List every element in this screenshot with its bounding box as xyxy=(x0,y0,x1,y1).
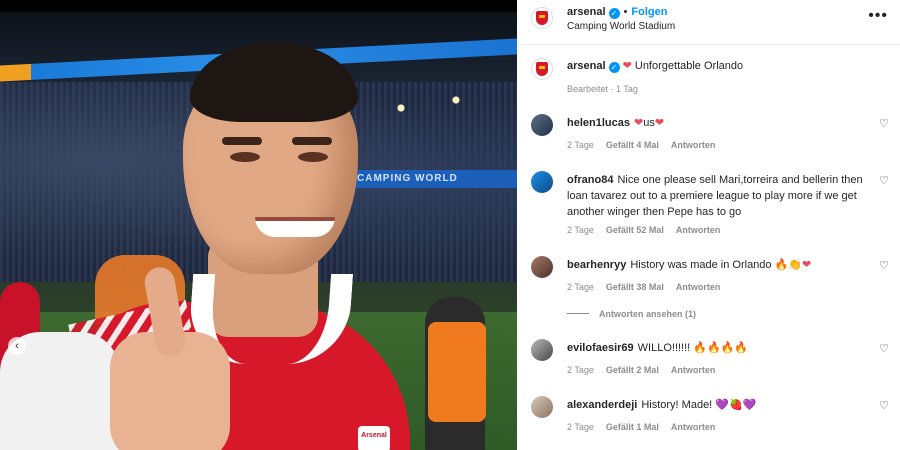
red-heart-icon: ❤ xyxy=(802,259,812,271)
view-replies-button[interactable]: Antworten ansehen (1) xyxy=(567,309,696,319)
red-heart-icon: ❤ xyxy=(654,117,665,129)
instagram-post-view: CAMPING WORLD Arsenal ‹ arsenal ✓ • Folgen … xyxy=(0,0,900,450)
red-heart-icon: ❤ xyxy=(633,117,644,129)
player-brow-right xyxy=(292,137,332,145)
carousel-prev-icon[interactable]: ‹ xyxy=(8,337,26,355)
comment-meta: 2 Tage Gefällt 38 Mal Antworten xyxy=(567,282,732,292)
comment-body: evilofaesir69 WILLO!!!!!! 🔥🔥🔥🔥 xyxy=(567,340,867,356)
header-username[interactable]: arsenal xyxy=(567,6,606,18)
header-user-line: arsenal ✓ • Folgen xyxy=(567,6,667,19)
post-side-panel: arsenal ✓ • Folgen Camping World Stadium ••… xyxy=(517,0,900,450)
clap-emoji-icon: 👏 xyxy=(788,259,803,271)
heart-outline-icon[interactable]: ♡ xyxy=(878,343,890,355)
post-photo[interactable]: CAMPING WORLD Arsenal ‹ xyxy=(0,12,517,450)
view-replies-label: Antworten ansehen (1) xyxy=(599,309,697,319)
fire-emoji-icon: 🔥 xyxy=(734,342,749,354)
location-link[interactable]: Camping World Stadium xyxy=(567,21,675,32)
reply-button[interactable]: Antworten xyxy=(671,140,716,150)
caption-meta: Bearbeitet · 1 Tag xyxy=(567,84,638,94)
fire-emoji-icon: 🔥 xyxy=(693,342,707,354)
comment-time[interactable]: 2 Tage xyxy=(567,225,594,235)
fire-emoji-icon: 🔥 xyxy=(707,342,721,354)
caption-text: arsenal ✓ ❤ Unforgettable Orlando xyxy=(567,59,743,73)
reply-button[interactable]: Antworten xyxy=(671,365,716,375)
commenter-avatar[interactable] xyxy=(531,171,553,193)
comment-meta: 2 Tage Gefällt 1 Mal Antworten xyxy=(567,422,727,432)
arsenal-crest: Arsenal xyxy=(358,426,390,450)
comment-meta: 2 Tage Gefällt 2 Mal Antworten xyxy=(567,365,727,375)
arsenal-avatar[interactable] xyxy=(531,7,553,29)
caption-avatar[interactable] xyxy=(531,58,553,80)
follow-button[interactable]: Folgen xyxy=(631,6,667,18)
separator-dot: • xyxy=(623,6,628,18)
fire-emoji-icon: 🔥 xyxy=(720,342,735,354)
purple-heart-icon: 💜 xyxy=(715,399,730,411)
comment-text: us xyxy=(643,117,655,129)
comment-likes[interactable]: Gefällt 2 Mal xyxy=(606,365,659,375)
comment-username[interactable]: bearhenryy xyxy=(567,259,626,271)
comment-time[interactable]: 2 Tage xyxy=(567,282,594,292)
arsenal-logo-icon xyxy=(536,11,548,25)
comment-meta: 2 Tage Gefällt 52 Mal Antworten xyxy=(567,225,732,235)
comment-meta: 2 Tage Gefällt 4 Mal Antworten xyxy=(567,140,727,150)
post-header: arsenal ✓ • Folgen Camping World Stadium ••… xyxy=(517,0,900,45)
strawberry-emoji-icon: 🍓 xyxy=(729,399,743,411)
comment-text: History! Made! xyxy=(641,399,713,411)
player-eye-right xyxy=(298,152,328,162)
heart-outline-icon[interactable]: ♡ xyxy=(878,175,890,187)
comment-body: ofrano84 Nice one please sell Mari,torrei… xyxy=(567,172,867,220)
red-heart-icon: ❤ xyxy=(622,60,632,72)
heart-outline-icon[interactable]: ♡ xyxy=(878,260,890,272)
comment-username[interactable]: ofrano84 xyxy=(567,174,613,186)
comment-username[interactable]: evilofaesir69 xyxy=(567,342,634,354)
steward-vest xyxy=(428,322,486,422)
stadium-banner: CAMPING WORLD xyxy=(347,170,517,188)
reply-button[interactable]: Antworten xyxy=(676,282,721,292)
caption-body: Unforgettable Orlando xyxy=(634,60,744,72)
comment-username[interactable]: alexanderdeji xyxy=(567,399,637,411)
comment-time[interactable]: 2 Tage xyxy=(567,365,594,375)
more-options-icon[interactable]: ••• xyxy=(868,7,888,25)
commenter-avatar[interactable] xyxy=(531,339,553,361)
comment-text: History was made in Orlando xyxy=(630,259,772,271)
comment-body: bearhenryy History was made in Orlando 🔥👏… xyxy=(567,257,867,273)
comment-likes[interactable]: Gefällt 4 Mal xyxy=(606,140,659,150)
comment-likes[interactable]: Gefällt 38 Mal xyxy=(606,282,664,292)
comment-body: helen1lucas ❤us❤ xyxy=(567,115,867,131)
comment-likes[interactable]: Gefällt 52 Mal xyxy=(606,225,664,235)
heart-outline-icon[interactable]: ♡ xyxy=(878,118,890,130)
replies-dash xyxy=(567,313,589,314)
comment-time[interactable]: 2 Tage xyxy=(567,422,594,432)
reply-button[interactable]: Antworten xyxy=(676,225,721,235)
comment-time[interactable]: 2 Tage xyxy=(567,140,594,150)
fire-emoji-icon: 🔥 xyxy=(774,259,789,271)
heart-outline-icon[interactable]: ♡ xyxy=(878,400,890,412)
commenter-avatar[interactable] xyxy=(531,256,553,278)
verified-badge-icon: ✓ xyxy=(608,8,620,19)
verified-badge-icon: ✓ xyxy=(608,62,620,73)
commenter-avatar[interactable] xyxy=(531,114,553,136)
comment-body: alexanderdeji History! Made! 💜🍓💜 xyxy=(567,397,867,413)
purple-heart-icon: 💜 xyxy=(742,399,757,411)
comment-text: WILLO!!!!!! xyxy=(637,342,691,354)
caption-username[interactable]: arsenal xyxy=(567,60,606,72)
arsenal-logo-icon xyxy=(536,62,548,76)
player-brow-left xyxy=(222,137,262,145)
commenter-avatar[interactable] xyxy=(531,396,553,418)
player-smile xyxy=(255,217,335,237)
comment-likes[interactable]: Gefällt 1 Mal xyxy=(606,422,659,432)
comment-username[interactable]: helen1lucas xyxy=(567,117,630,129)
reply-button[interactable]: Antworten xyxy=(671,422,716,432)
player-eye-left xyxy=(230,152,260,162)
